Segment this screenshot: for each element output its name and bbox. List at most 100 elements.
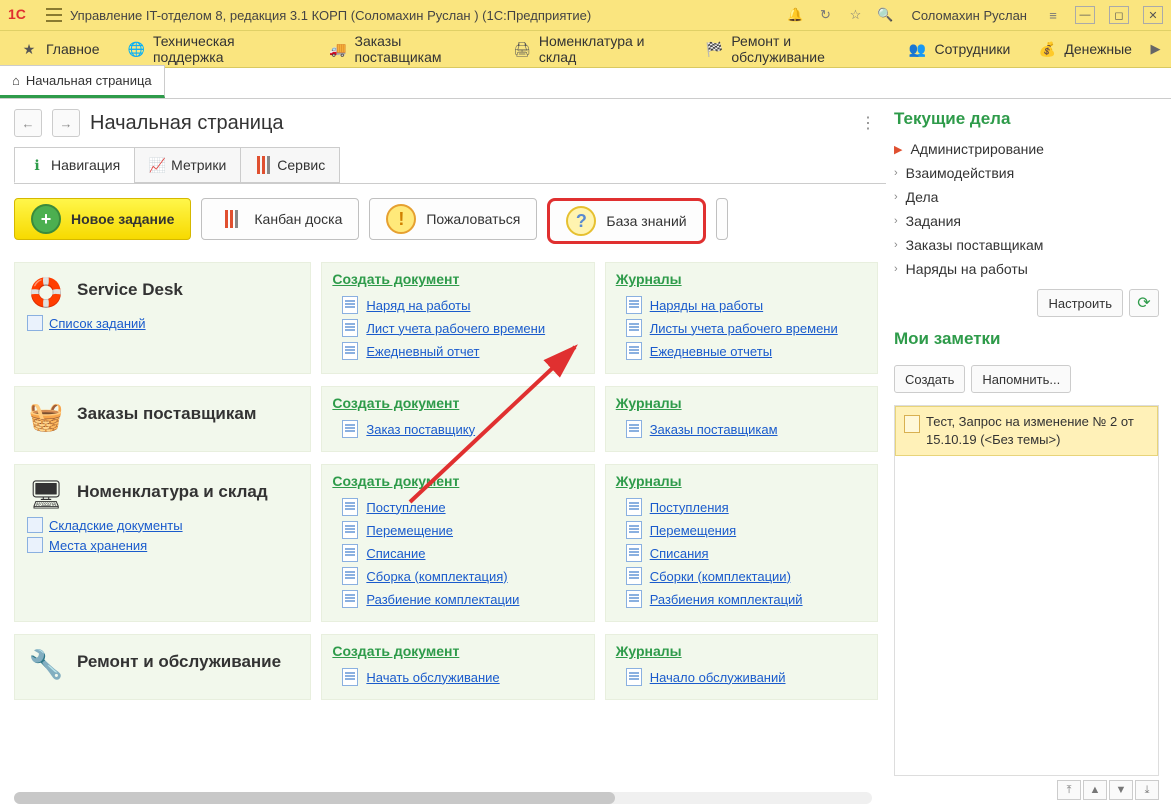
knowledge-base-button[interactable]: ?База знаний [547, 198, 705, 244]
hamburger-icon[interactable] [46, 8, 62, 22]
create-note-button[interactable]: Создать [894, 365, 965, 393]
doc-icon [342, 342, 358, 360]
todo-label: Дела [906, 189, 939, 205]
journals-heading[interactable]: Журналы [616, 473, 682, 489]
configure-button[interactable]: Настроить [1037, 289, 1123, 317]
kanban-button[interactable]: Канбан доска [201, 198, 359, 240]
section-link[interactable]: Складские документы [27, 517, 298, 533]
journal-link[interactable]: Начало обслуживаний [626, 668, 867, 686]
notes-last-button[interactable]: ⤓ [1135, 780, 1159, 800]
menu-support[interactable]: 🌐Техническая поддержка [114, 31, 316, 67]
tab-label: Начальная страница [26, 73, 152, 88]
menu-money[interactable]: 💰Денежные [1024, 31, 1146, 67]
kebab-icon[interactable]: ⋮ [860, 113, 876, 133]
journal-link[interactable]: Перемещения [626, 521, 867, 539]
nav-forward-button[interactable]: → [52, 109, 80, 137]
notes-down-button[interactable]: ▼ [1109, 780, 1133, 800]
current-user[interactable]: Соломахин Руслан [911, 8, 1027, 23]
doc-icon [27, 537, 43, 553]
create-link[interactable]: Разбиение комплектации [342, 590, 583, 608]
create-link[interactable]: Поступление [342, 498, 583, 516]
create-link[interactable]: Перемещение [342, 521, 583, 539]
journal-link[interactable]: Сборки (комплектации) [626, 567, 867, 585]
lifebuoy-icon: 🛟 [27, 273, 65, 311]
create-doc-heading[interactable]: Создать документ [332, 395, 459, 411]
todo-item[interactable]: ›Взаимодействия [894, 161, 1159, 185]
create-link[interactable]: Ежедневный отчет [342, 342, 583, 360]
menu-stock[interactable]: 🖨Номенклатура и склад [499, 31, 692, 67]
journal-link[interactable]: Листы учета рабочего времени [626, 319, 867, 337]
bell-icon[interactable]: 🔔 [787, 7, 803, 23]
journal-link[interactable]: Списания [626, 544, 867, 562]
journals-heading[interactable]: Журналы [616, 271, 682, 287]
notes-first-button[interactable]: ⤒ [1057, 780, 1081, 800]
journals-heading[interactable]: Журналы [616, 643, 682, 659]
journal-link[interactable]: Ежедневные отчеты [626, 342, 867, 360]
todo-item[interactable]: ›Наряды на работы [894, 257, 1159, 281]
journal-link[interactable]: Поступления [626, 498, 867, 516]
menu-label: Заказы поставщикам [355, 33, 486, 65]
section-link[interactable]: Места хранения [27, 537, 298, 553]
todo-item[interactable]: ▶Администрирование [894, 137, 1159, 161]
create-link[interactable]: Лист учета рабочего времени [342, 319, 583, 337]
tab-home[interactable]: ⌂ Начальная страница [0, 65, 165, 98]
history-icon[interactable]: ↻ [817, 7, 833, 23]
doc-icon [626, 296, 642, 314]
info-icon: ℹ [29, 157, 45, 173]
doc-icon [342, 567, 358, 585]
window-title: Управление IT-отделом 8, редакция 3.1 КО… [70, 8, 787, 23]
complain-button[interactable]: !Пожаловаться [369, 198, 537, 240]
tab-metrics[interactable]: 📈Метрики [134, 147, 241, 183]
menu-main[interactable]: ★ Главное [6, 31, 114, 67]
journal-link[interactable]: Разбиения комплектаций [626, 590, 867, 608]
home-icon: ⌂ [12, 73, 20, 88]
section-link[interactable]: Список заданий [27, 315, 298, 331]
star-icon[interactable]: ☆ [847, 7, 863, 23]
create-link[interactable]: Начать обслуживание [342, 668, 583, 686]
create-doc-heading[interactable]: Создать документ [332, 643, 459, 659]
new-task-button[interactable]: +Новое задание [14, 198, 191, 240]
minimize-button[interactable]: — [1075, 6, 1095, 24]
remind-button[interactable]: Напомнить... [971, 365, 1071, 393]
search-icon[interactable]: 🔍 [877, 7, 893, 23]
journals-heading[interactable]: Журналы [616, 395, 682, 411]
todo-heading: Текущие дела [894, 109, 1159, 129]
create-link[interactable]: Сборка (комплектация) [342, 567, 583, 585]
create-doc-heading[interactable]: Создать документ [332, 473, 459, 489]
maximize-button[interactable]: ◻ [1109, 6, 1129, 24]
notes-up-button[interactable]: ▲ [1083, 780, 1107, 800]
warning-icon: ! [386, 204, 416, 234]
doc-icon [342, 521, 358, 539]
extra-button[interactable] [716, 198, 728, 240]
refresh-button[interactable]: ⟳ [1129, 289, 1159, 317]
menu-more-icon[interactable]: ▶ [1146, 41, 1165, 57]
todo-label: Задания [906, 213, 961, 229]
menu-repair[interactable]: 🏁Ремонт и обслуживание [692, 31, 895, 67]
chip-icon: 🔧 [27, 645, 65, 683]
tab-navigation[interactable]: ℹНавигация [14, 147, 135, 183]
close-button[interactable]: ✕ [1143, 6, 1163, 24]
inner-tabs: ℹНавигация 📈Метрики Сервис [14, 147, 886, 184]
doc-icon [626, 498, 642, 516]
filter-icon[interactable]: ≡ [1045, 7, 1061, 23]
nav-back-button[interactable]: ← [14, 109, 42, 137]
create-doc-heading[interactable]: Создать документ [332, 271, 459, 287]
todo-item[interactable]: ›Дела [894, 185, 1159, 209]
doc-icon [626, 342, 642, 360]
horizontal-scrollbar[interactable] [14, 792, 872, 804]
button-label: База знаний [606, 213, 686, 229]
todo-item[interactable]: ›Задания [894, 209, 1159, 233]
create-link[interactable]: Наряд на работы [342, 296, 583, 314]
create-link[interactable]: Заказ поставщику [342, 420, 583, 438]
journal-link[interactable]: Наряды на работы [626, 296, 867, 314]
note-item[interactable]: Тест, Запрос на изменение № 2 от 15.10.1… [895, 406, 1158, 456]
create-link[interactable]: Списание [342, 544, 583, 562]
tab-service[interactable]: Сервис [240, 147, 340, 183]
chart-icon: 📈 [149, 157, 165, 173]
journal-link[interactable]: Заказы поставщикам [626, 420, 867, 438]
todo-item[interactable]: ›Заказы поставщикам [894, 233, 1159, 257]
menu-orders[interactable]: 🚚Заказы поставщикам [315, 31, 499, 67]
menu-staff[interactable]: 👥Сотрудники [895, 31, 1025, 67]
star-icon: ★ [20, 40, 38, 58]
menu-label: Главное [46, 41, 100, 57]
